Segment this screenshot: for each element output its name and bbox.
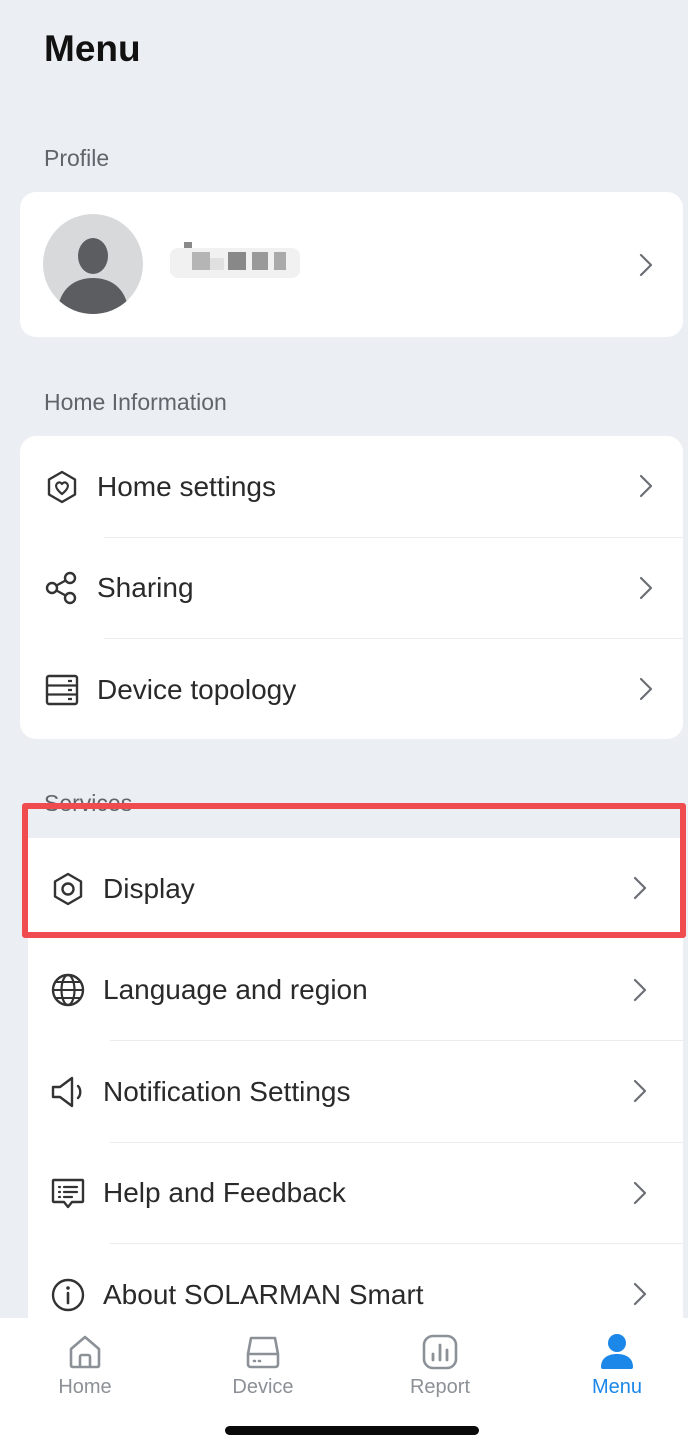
- profile-card[interactable]: [20, 192, 683, 337]
- chevron-right-icon: [639, 253, 653, 277]
- server-icon: [44, 672, 80, 708]
- menu-item-display[interactable]: Display: [28, 838, 683, 940]
- profile-name-redacted: [170, 240, 300, 282]
- tab-label: Home: [58, 1376, 112, 1398]
- page-title: Menu: [44, 28, 141, 69]
- share-icon: [44, 570, 80, 606]
- tab-device[interactable]: Device: [203, 1332, 323, 1402]
- chevron-right-icon: [633, 978, 647, 1001]
- menu-item-label: Sharing: [97, 572, 194, 604]
- report-icon: [422, 1334, 458, 1370]
- tab-label: Device: [232, 1376, 294, 1398]
- menu-item-help-feedback[interactable]: Help and Feedback: [28, 1143, 683, 1244]
- menu-item-notification-settings[interactable]: Notification Settings: [28, 1041, 683, 1143]
- services-card: Display Language and region Notification…: [28, 838, 683, 1318]
- menu-item-language-region[interactable]: Language and region: [28, 940, 683, 1041]
- menu-item-label: Device topology: [97, 673, 297, 705]
- tab-bar: Home Device Report Menu: [0, 1318, 688, 1436]
- home-icon: [69, 1335, 101, 1369]
- chevron-right-icon: [633, 1181, 647, 1204]
- section-label-profile: Profile: [44, 145, 110, 171]
- tab-home[interactable]: Home: [25, 1332, 145, 1402]
- home-indicator: [225, 1426, 479, 1435]
- menu-item-device-topology[interactable]: Device topology: [20, 639, 683, 739]
- tab-label: Menu: [591, 1376, 643, 1398]
- home-shield-icon: [44, 469, 80, 505]
- home-information-card: Home settings Sharing Device topology: [20, 436, 683, 739]
- speaker-icon: [50, 1074, 86, 1110]
- device-icon: [246, 1336, 280, 1369]
- menu-item-label: Language and region: [103, 974, 368, 1006]
- section-label-services: Services: [44, 790, 133, 816]
- menu-item-sharing[interactable]: Sharing: [20, 538, 683, 639]
- chevron-right-icon: [633, 876, 647, 900]
- message-icon: [50, 1175, 86, 1211]
- section-label-home-information: Home Information: [44, 389, 227, 415]
- globe-icon: [50, 972, 86, 1008]
- info-icon: [50, 1277, 86, 1313]
- chevron-right-icon: [639, 576, 653, 599]
- hexagon-gear-icon: [50, 871, 86, 907]
- tab-label: Report: [409, 1376, 471, 1398]
- avatar: [43, 214, 143, 314]
- menu-item-label: Help and Feedback: [103, 1177, 346, 1209]
- tab-report[interactable]: Report: [380, 1332, 500, 1402]
- menu-item-label: Display: [103, 872, 195, 904]
- chevron-right-icon: [633, 1079, 647, 1103]
- chevron-right-icon: [639, 474, 653, 498]
- tab-menu[interactable]: Menu: [557, 1332, 677, 1402]
- menu-item-label: About SOLARMAN Smart: [103, 1278, 424, 1310]
- menu-item-label: Notification Settings: [103, 1075, 351, 1107]
- menu-item-home-settings[interactable]: Home settings: [20, 436, 683, 538]
- chevron-right-icon: [633, 1282, 647, 1306]
- menu-item-label: Home settings: [97, 470, 276, 502]
- menu-item-about[interactable]: About SOLARMAN Smart: [28, 1244, 683, 1318]
- user-icon: [601, 1334, 633, 1369]
- chevron-right-icon: [639, 677, 653, 701]
